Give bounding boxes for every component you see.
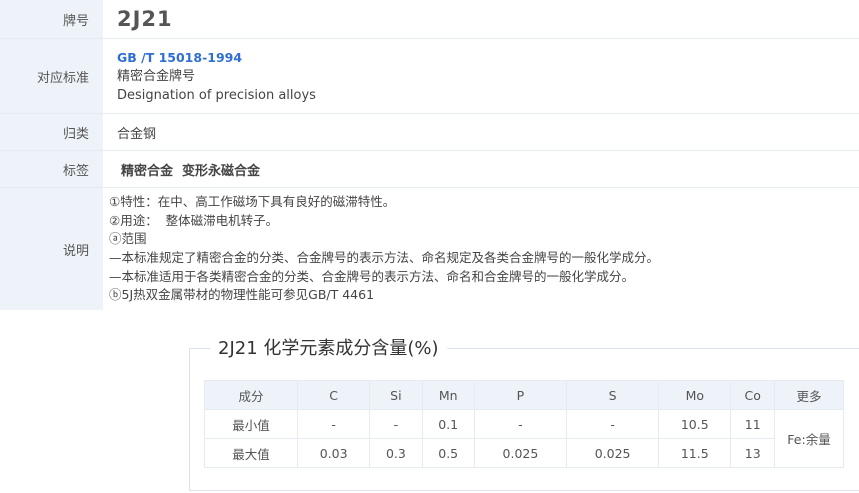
desc-line: ①特性：在中、高工作磁场下具有良好的磁滞特性。: [109, 194, 396, 210]
chem-cell: 0.025: [473, 438, 568, 468]
desc-line: —本标准适用于各类精密合金的分类、合金牌号的表示方法、命名和合金牌号的一般化学成…: [109, 268, 635, 284]
tags-row: 标签 精密合金 变形永磁合金: [0, 151, 859, 188]
chem-title: 2J21 化学元素成分含量(%): [210, 334, 447, 360]
chem-cell: 最大值: [204, 438, 298, 468]
chem-cell: 0.03: [296, 438, 371, 468]
desc-line: —本标准规定了精密合金的分类、合金牌号的表示方法、命名规定及各类合金牌号的一般化…: [109, 250, 660, 265]
chem-header-row: 成分 C Si Mn P S Mo Co 更多: [204, 380, 844, 410]
standard-name-en: Designation of precision alloys: [117, 87, 316, 103]
tags-value: 精密合金 变形永磁合金: [121, 163, 261, 179]
chem-table: 成分 C Si Mn P S Mo Co 更多 最小值 - - 0.1 - - …: [204, 380, 844, 468]
desc-label: 说明: [0, 188, 103, 310]
chem-cell: 11: [730, 409, 775, 439]
grade-label: 牌号: [0, 0, 103, 38]
tags-label: 标签: [0, 151, 103, 187]
grade-value: 2J21: [117, 7, 173, 31]
chem-header-cell: Si: [369, 380, 423, 410]
chem-header-cell: C: [296, 380, 371, 410]
category-value: 合金钢: [117, 126, 157, 142]
chem-cell: 0.3: [369, 438, 423, 468]
desc-row: 说明 ①特性：在中、高工作磁场下具有良好的磁滞特性。 ②用途： 整体磁滞电机转子…: [0, 188, 859, 310]
desc-line: ⓑ5J热双金属带材的物理性能可参见GB/T 4461: [109, 287, 375, 303]
chem-cell: 最小值: [204, 409, 298, 439]
chem-cell: -: [369, 409, 423, 439]
chem-header-cell: Mo: [658, 380, 732, 410]
grade-row: 牌号 2J21: [0, 0, 859, 39]
chem-more-cell: Fe:余量: [774, 409, 844, 468]
chem-cell: 13: [730, 438, 775, 468]
chem-cell: -: [296, 409, 371, 439]
chem-header-cell: 更多: [774, 380, 844, 410]
chem-cell: 0.025: [566, 438, 660, 468]
standard-name-cn: 精密合金牌号: [117, 68, 196, 84]
category-row: 归类 合金钢: [0, 114, 859, 151]
chem-cell: -: [566, 409, 660, 439]
standard-link[interactable]: GB /T 15018-1994: [117, 48, 859, 67]
chem-max-row: 最大值 0.03 0.3 0.5 0.025 0.025 11.5 13: [204, 438, 844, 468]
chem-cell: 0.1: [421, 409, 475, 439]
chem-cell: 0.5: [421, 438, 475, 468]
standard-row: 对应标准 GB /T 15018-1994 精密合金牌号 Designation…: [0, 39, 859, 114]
chem-cell: 11.5: [658, 438, 732, 468]
desc-line: ②用途： 整体磁滞电机转子。: [109, 212, 279, 228]
chem-cell: 10.5: [658, 409, 732, 439]
category-label: 归类: [0, 114, 103, 150]
chem-header-cell: 成分: [204, 380, 298, 410]
standard-label: 对应标准: [0, 39, 103, 113]
chem-header-cell: Mn: [421, 380, 475, 410]
desc-line: ⓐ范围: [109, 231, 147, 247]
chem-header-cell: Co: [730, 380, 775, 410]
chem-header-cell: P: [473, 380, 568, 410]
chem-cell: -: [473, 409, 568, 439]
chem-header-cell: S: [566, 380, 660, 410]
property-table: 牌号 2J21 对应标准 GB /T 15018-1994 精密合金牌号 Des…: [0, 0, 859, 310]
chem-min-row: 最小值 - - 0.1 - - 10.5 11 Fe:余量: [204, 409, 844, 468]
